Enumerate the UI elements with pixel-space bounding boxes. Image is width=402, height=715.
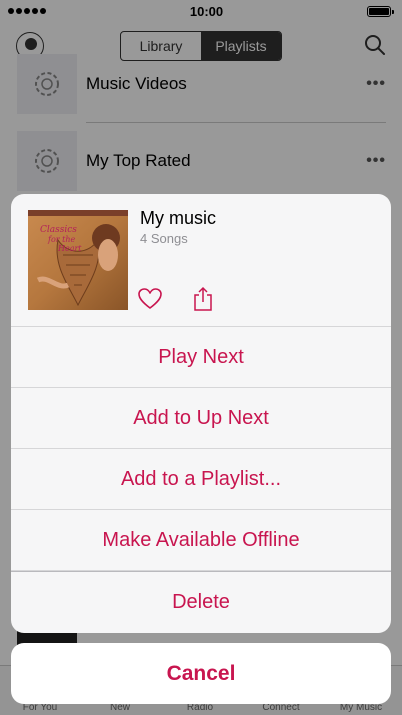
play-next-button[interactable]: Play Next: [11, 327, 391, 388]
cancel-button[interactable]: Cancel: [11, 643, 391, 704]
song-count: 4 Songs: [140, 231, 188, 246]
album-artwork: Classics for the Heart: [28, 210, 128, 310]
svg-text:for the: for the: [47, 235, 76, 244]
svg-text:Heart: Heart: [57, 244, 82, 253]
add-to-playlist-button[interactable]: Add to a Playlist...: [11, 449, 391, 510]
action-sheet: Classics for the Heart My music 4 Songs …: [11, 194, 391, 633]
heart-icon[interactable]: [137, 286, 163, 312]
make-available-offline-button[interactable]: Make Available Offline: [11, 510, 391, 571]
add-to-up-next-button[interactable]: Add to Up Next: [11, 388, 391, 449]
sheet-header: Classics for the Heart My music 4 Songs: [11, 194, 391, 327]
delete-button[interactable]: Delete: [11, 571, 391, 632]
share-icon[interactable]: [192, 286, 214, 312]
svg-text:Classics: Classics: [40, 225, 77, 235]
sheet-title: My music: [140, 208, 216, 228]
